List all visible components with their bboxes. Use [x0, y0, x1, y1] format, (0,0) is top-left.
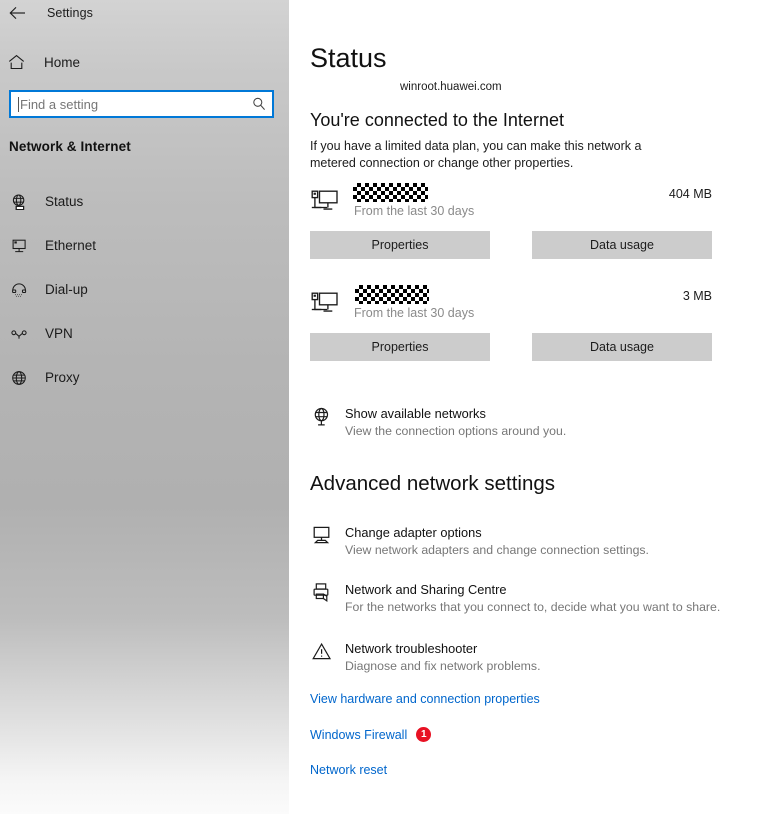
row-title: Network troubleshooter [345, 640, 540, 657]
vpn-key-icon [8, 323, 30, 345]
sidebar-item-label: Ethernet [45, 238, 96, 253]
row-subtitle: For the networks that you connect to, de… [345, 599, 720, 616]
link-label: Windows Firewall [310, 728, 407, 742]
connection-status-description: If you have a limited data plan, you can… [310, 138, 690, 172]
sidebar-item-status[interactable]: Status [0, 188, 289, 215]
app-title: Settings [47, 6, 93, 20]
sidebar: Settings Home [0, 0, 289, 814]
sidebar-nav: Status Ethernet [0, 188, 289, 408]
adapter-monitor-icon [310, 524, 334, 547]
sidebar-item-home[interactable]: Home [8, 49, 281, 75]
data-usage-button[interactable]: Data usage [532, 231, 712, 259]
home-icon [8, 54, 32, 70]
row-title: Network and Sharing Centre [345, 581, 720, 598]
properties-button[interactable]: Properties [310, 333, 490, 361]
status-badge: 1 [416, 727, 431, 742]
sidebar-item-label: Dial-up [45, 282, 88, 297]
sidebar-item-proxy[interactable]: Proxy [0, 364, 289, 391]
domain-label: winroot.huawei.com [400, 81, 502, 93]
row-subtitle: Diagnose and fix network problems. [345, 658, 540, 675]
pc-network-icon [310, 291, 340, 317]
network-sharing-centre-row[interactable]: Network and Sharing Centre For the netwo… [310, 581, 740, 616]
link-view-hardware-properties[interactable]: View hardware and connection properties [310, 692, 540, 706]
advanced-settings-heading: Advanced network settings [310, 472, 555, 496]
sidebar-item-vpn[interactable]: VPN [0, 320, 289, 347]
row-subtitle: View network adapters and change connect… [345, 542, 649, 559]
link-network-reset[interactable]: Network reset [310, 763, 387, 777]
dialup-phone-icon [8, 279, 30, 301]
change-adapter-options-row[interactable]: Change adapter options View network adap… [310, 524, 740, 559]
connection-data-size: 404 MB [669, 187, 712, 201]
pc-network-icon [310, 189, 340, 215]
sidebar-item-dialup[interactable]: Dial-up [0, 276, 289, 303]
row-title: Show available networks [345, 405, 566, 422]
row-subtitle: View the connection options around you. [345, 423, 566, 440]
back-arrow-icon[interactable] [0, 0, 34, 26]
sidebar-section-title: Network & Internet [9, 139, 131, 154]
sidebar-item-ethernet[interactable]: Ethernet [0, 232, 289, 259]
sidebar-item-label: Status [45, 194, 83, 209]
redacted-network-name [353, 183, 428, 202]
ethernet-monitor-icon [8, 235, 30, 257]
redacted-network-name [355, 285, 429, 304]
page-title: Status [310, 43, 387, 74]
connection-block: From the last 30 days 3 MB Properties Da… [310, 285, 712, 325]
link-windows-firewall[interactable]: Windows Firewall 1 [310, 727, 431, 742]
titlebar: Settings [0, 0, 93, 26]
row-title: Change adapter options [345, 524, 649, 541]
sidebar-item-label: Proxy [45, 370, 80, 385]
link-label: Network reset [310, 763, 387, 777]
sidebar-item-label: VPN [45, 326, 73, 341]
settings-window: Settings Home [0, 0, 766, 814]
main-content: Status winroot.huawei.com You're connect… [289, 0, 766, 814]
sharing-centre-icon [310, 581, 334, 604]
properties-button[interactable]: Properties [310, 231, 490, 259]
warning-triangle-icon [310, 640, 334, 663]
globe-proxy-icon [8, 367, 30, 389]
sidebar-home-label: Home [44, 55, 80, 70]
link-label: View hardware and connection properties [310, 692, 540, 706]
connection-data-size: 3 MB [683, 289, 712, 303]
network-troubleshooter-row[interactable]: Network troubleshooter Diagnose and fix … [310, 640, 740, 675]
search-icon[interactable] [246, 97, 272, 111]
connection-block: From the last 30 days 404 MB Properties … [310, 183, 712, 223]
network-status-icon [8, 191, 30, 213]
connection-period: From the last 30 days [354, 204, 474, 218]
show-available-networks-row[interactable]: Show available networks View the connect… [310, 405, 740, 440]
connection-status-heading: You're connected to the Internet [310, 110, 564, 131]
connection-period: From the last 30 days [354, 306, 474, 320]
globe-network-icon [310, 405, 334, 428]
data-usage-button[interactable]: Data usage [532, 333, 712, 361]
search-box[interactable] [9, 90, 274, 118]
search-input[interactable] [19, 92, 246, 116]
